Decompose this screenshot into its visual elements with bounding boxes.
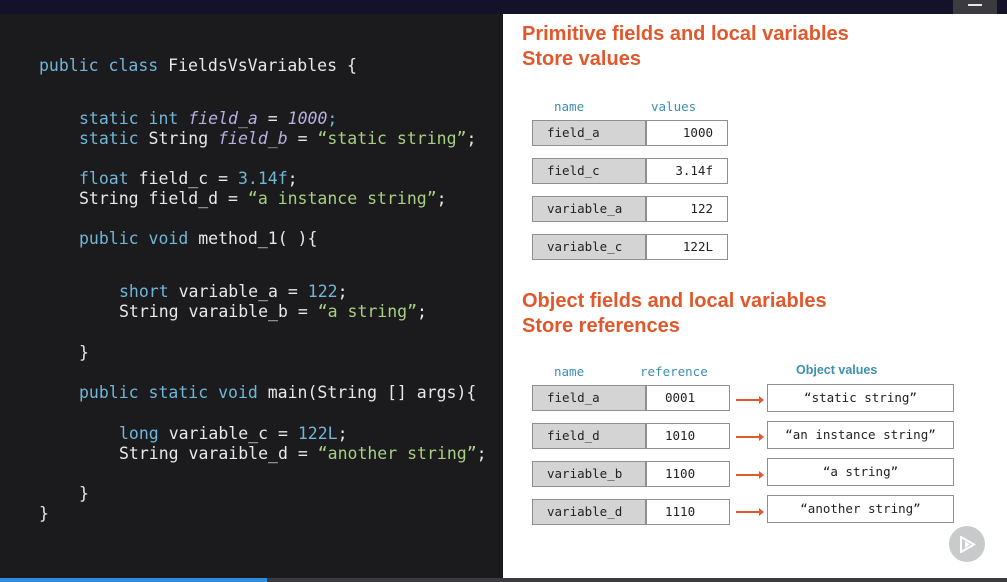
object-reference-cell: 1110 [646,499,730,525]
object-name-cell: field_a [532,385,646,411]
primitive-name-cell: variable_c [532,234,646,260]
code-line-variable-d: String varaible_d = “another string”; [119,444,487,463]
primitive-name-cell: field_a [532,120,646,146]
primitive-col-values: values [651,99,697,114]
code-line-method: public void method_1( ){ [79,229,318,248]
object-reference-cell: 1010 [646,423,730,449]
progress-bar[interactable] [0,578,1007,582]
primitive-value-cell: 3.14f [646,158,728,184]
object-reference-cell: 0001 [646,385,730,411]
object-col-reference: reference [640,364,708,379]
play-button[interactable] [949,526,985,562]
object-heading: Object fields and local variables Store … [522,290,827,337]
object-name-cell: variable_d [532,499,646,525]
reference-arrow [736,471,764,479]
code-line-variable-b: String varaible_b = “a string”; [119,302,427,321]
diagram-panel: Primitive fields and local variables Sto… [503,14,1007,578]
object-value-cell: “static string” [767,384,954,412]
code-line-field-a: static int field_a = 1000; [79,109,338,128]
object-col-name: name [554,364,585,379]
object-reference-cell: 1100 [646,461,730,487]
code-line-close-main: } [79,484,89,503]
code-line-field-b: static String field_b = “static string”; [79,129,477,148]
play-icon [960,536,976,553]
code-line-field-d: String field_d = “a instance string”; [79,189,447,208]
reference-arrow [736,508,764,516]
code-line-variable-c: long variable_c = 122L; [119,424,348,443]
primitive-value-cell: 122L [646,234,728,260]
object-name-cell: variable_b [532,461,646,487]
primitive-value-cell: 1000 [646,120,728,146]
code-line-class: public class FieldsVsVariables { [39,56,357,75]
object-value-cell: “another string” [767,495,954,523]
progress-fill [0,578,267,582]
code-line-close-method: } [79,343,89,362]
primitive-name-cell: field_c [532,158,646,184]
code-line-field-c: float field_c = 3.14f; [79,169,298,188]
code-line-variable-a: short variable_a = 122; [119,282,348,301]
primitive-name-cell: variable_a [532,196,646,222]
primitive-heading: Primitive fields and local variables Sto… [522,23,849,70]
code-line-close-class: } [39,504,49,523]
top-bar [0,0,1007,14]
primitive-value-cell: 122 [646,196,728,222]
primitive-col-name: name [554,99,585,114]
reference-arrow [736,396,764,404]
reference-arrow [736,433,764,441]
code-line-main: public static void main(String [] args){ [79,383,477,402]
code-panel: public class FieldsVsVariables { static … [0,14,503,578]
object-col-object-values: Object values [796,363,878,377]
object-name-cell: field_d [532,423,646,449]
menu-icon [968,4,982,6]
object-value-cell: “an instance string” [767,421,954,449]
object-value-cell: “a string” [767,458,954,486]
